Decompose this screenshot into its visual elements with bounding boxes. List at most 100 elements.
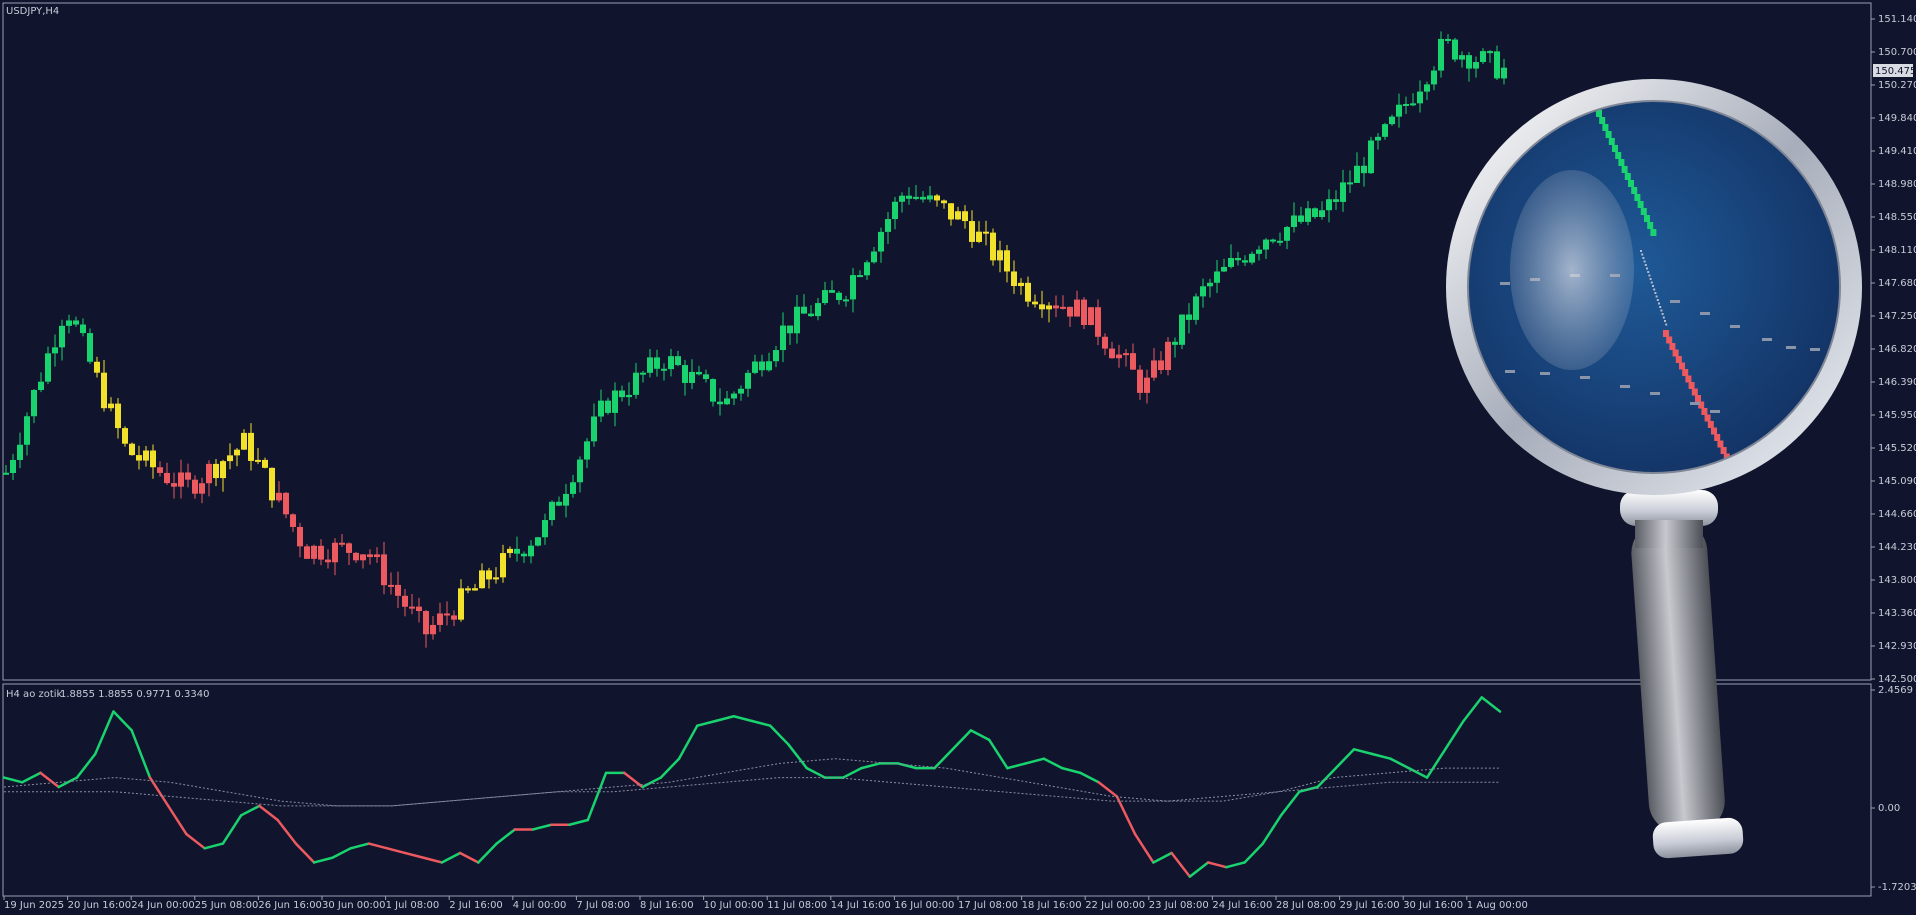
candle-body xyxy=(1291,215,1297,227)
svg-text:150.475: 150.475 xyxy=(1875,66,1916,77)
zoomed-wick xyxy=(1642,257,1645,259)
time-label: 4 Jul 00:00 xyxy=(513,900,567,911)
ao-segment xyxy=(659,757,681,779)
candle-body xyxy=(584,441,590,460)
candle-body xyxy=(143,450,149,461)
candle-body xyxy=(122,428,128,444)
candle-body xyxy=(535,537,541,546)
candle-body xyxy=(983,231,989,234)
price-label: 145.090 xyxy=(1878,476,1916,487)
candle-body xyxy=(1228,257,1234,267)
ao-segment xyxy=(477,842,498,864)
candle-body xyxy=(1501,67,1507,79)
time-label: 29 Jul 16:00 xyxy=(1340,900,1400,911)
zoomed-candle xyxy=(1701,408,1708,415)
candle-body xyxy=(1018,282,1024,287)
candle-body xyxy=(178,472,184,487)
candle-body xyxy=(1242,260,1248,263)
candle-body xyxy=(374,554,380,558)
candle-body xyxy=(787,325,793,334)
candle-body xyxy=(1298,215,1304,222)
candle-body xyxy=(1109,348,1115,359)
candle-body xyxy=(1263,239,1269,250)
zoomed-dot xyxy=(1505,370,1515,373)
ao-segment xyxy=(495,828,517,845)
candle-body xyxy=(759,361,765,371)
ao-segment xyxy=(75,752,97,779)
ao-segment xyxy=(331,847,352,859)
candle-body xyxy=(1186,314,1192,320)
zoomed-candle xyxy=(1634,194,1641,201)
candle-body xyxy=(1333,199,1339,202)
time-label: 17 Jul 08:00 xyxy=(958,900,1018,911)
candle-body xyxy=(1431,70,1437,85)
candle-body xyxy=(913,196,919,199)
ao-segment xyxy=(1462,696,1484,723)
candle-body xyxy=(1347,182,1353,185)
candle-body xyxy=(605,400,611,413)
candle-body xyxy=(3,472,9,475)
ao-segment xyxy=(1480,696,1502,713)
candle-body xyxy=(822,290,828,304)
candle-body xyxy=(59,325,65,348)
candle-body xyxy=(1081,299,1087,326)
price-label: 146.390 xyxy=(1878,377,1916,388)
time-label: 28 Jul 08:00 xyxy=(1276,900,1336,911)
trading-chart[interactable]: USDJPY,H4 H4 ao zotik 1.8855 1.8855 0.97… xyxy=(0,0,1916,915)
candle-body xyxy=(668,356,674,370)
time-label: 25 Jun 08:00 xyxy=(195,900,259,911)
candle-body xyxy=(129,443,135,456)
time-label: 22 Jul 00:00 xyxy=(1085,900,1145,911)
ao-segment xyxy=(367,842,389,850)
candle-body xyxy=(1354,165,1360,183)
ao-segment xyxy=(221,814,243,845)
candle-body xyxy=(290,514,296,527)
indicator-label: -1.7203 xyxy=(1878,882,1916,893)
indicator-title: H4 ao zotik xyxy=(6,689,63,700)
candle-body xyxy=(843,299,849,302)
time-label: 10 Jul 00:00 xyxy=(704,900,764,911)
ao-segment xyxy=(531,823,553,831)
candle-body xyxy=(633,372,639,395)
time-label: 20 Jun 16:00 xyxy=(68,900,132,911)
ao-segment xyxy=(1188,861,1210,878)
candle-body xyxy=(1326,199,1332,211)
candle-body xyxy=(598,400,604,417)
candle-body xyxy=(1452,39,1458,60)
candle-body xyxy=(906,195,912,199)
ao-segment xyxy=(422,856,444,864)
candle-body xyxy=(1214,271,1220,283)
candle-body xyxy=(570,482,576,494)
zoomed-wick xyxy=(1654,292,1657,294)
candle-body xyxy=(101,372,107,409)
candle-body xyxy=(815,303,821,317)
zoomed-wick xyxy=(1658,302,1660,305)
ao-segment xyxy=(276,818,298,845)
candle-body xyxy=(220,461,226,479)
candle-body xyxy=(416,606,422,612)
ao-segment xyxy=(951,729,973,751)
ao-segment xyxy=(130,729,152,779)
candle-body xyxy=(1046,305,1052,310)
ao-segment xyxy=(1152,851,1173,864)
zoomed-dot xyxy=(1690,402,1700,405)
zoomed-candle xyxy=(1720,447,1727,454)
zoomed-dot xyxy=(1500,282,1510,285)
indicator-axis: 2.4569 0.00 -1.7203 xyxy=(1871,685,1916,893)
time-label: 24 Jun 00:00 xyxy=(131,900,195,911)
candle-body xyxy=(1039,304,1045,310)
candle-body xyxy=(689,371,695,383)
zoomed-candle xyxy=(1714,434,1721,441)
candle-body xyxy=(1207,282,1213,287)
price-label: 147.680 xyxy=(1878,278,1916,289)
zoomed-candle xyxy=(1624,173,1631,180)
zoomed-candle xyxy=(1707,421,1714,428)
ao-segment xyxy=(440,851,462,864)
time-label: 18 Jul 16:00 xyxy=(1022,900,1082,911)
ao-segment xyxy=(1060,766,1082,775)
ao-segment xyxy=(349,842,371,850)
candle-body xyxy=(976,231,982,242)
ao-segment xyxy=(1316,766,1338,789)
candle-body xyxy=(185,472,191,480)
candle-body xyxy=(1053,305,1059,309)
